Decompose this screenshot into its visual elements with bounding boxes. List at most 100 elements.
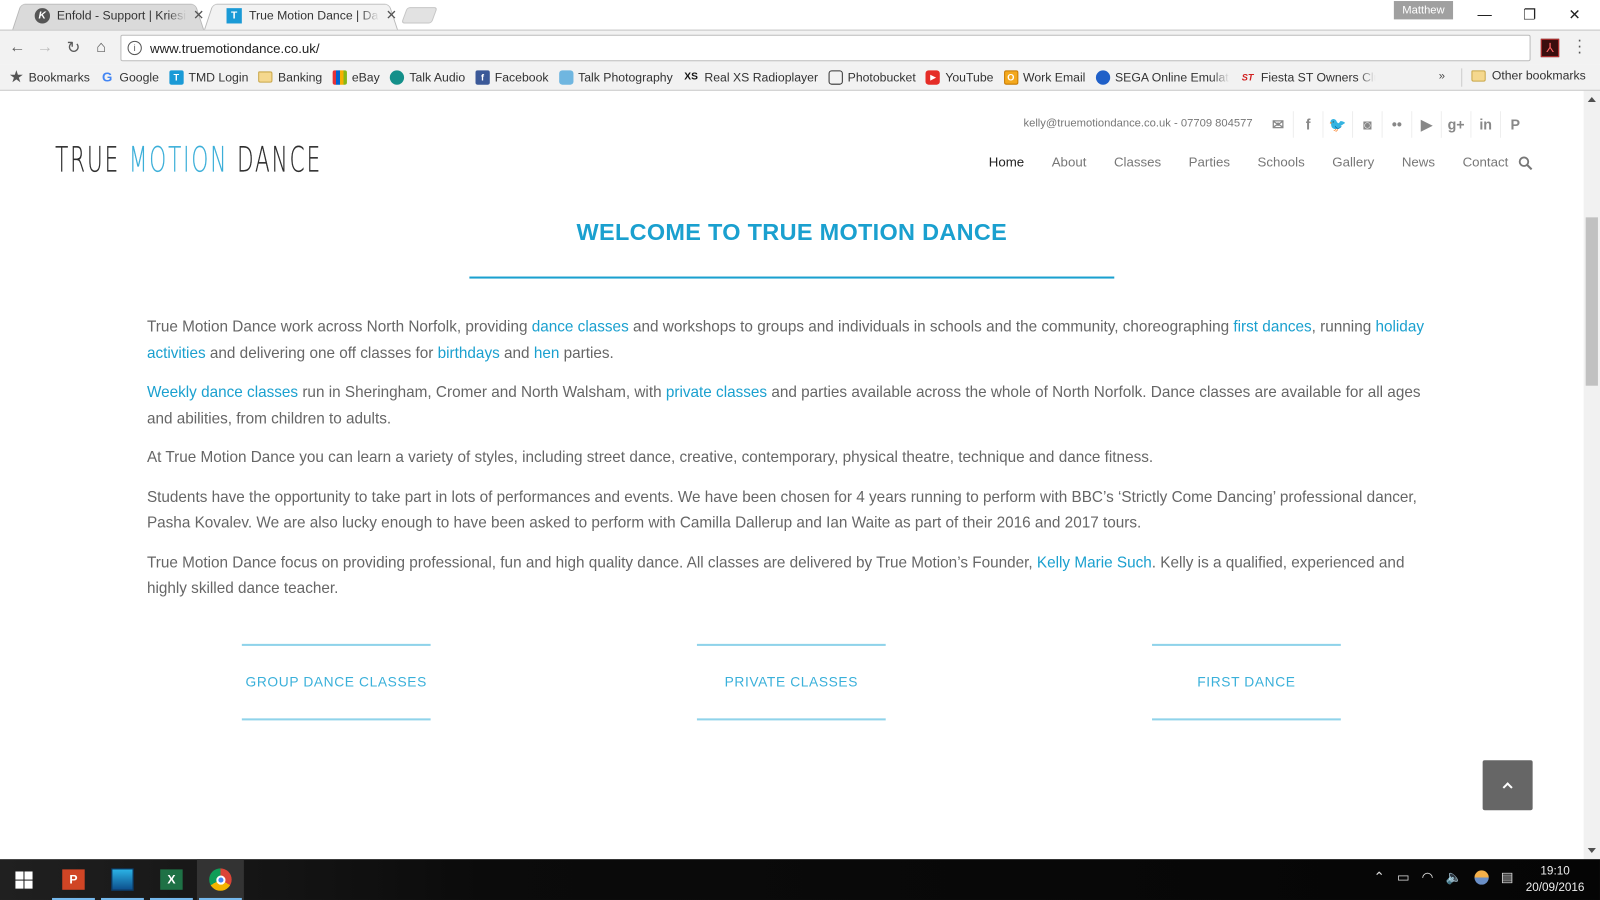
paragraph-text: Students have the opportunity to take pa… bbox=[146, 488, 1417, 532]
restore-button[interactable]: ❐ bbox=[1506, 0, 1553, 29]
link-birthdays[interactable]: birthdays bbox=[438, 344, 500, 361]
photobucket-icon bbox=[828, 69, 843, 85]
kriesi-logo-icon: K bbox=[34, 7, 50, 23]
bookmark-talk-photography[interactable]: Talk Photography bbox=[558, 69, 673, 85]
search-icon[interactable] bbox=[1518, 156, 1533, 171]
bookmark-facebook[interactable]: f Facebook bbox=[475, 69, 549, 85]
logo-word-dance: DANCE bbox=[236, 139, 323, 181]
bookmark-google[interactable]: G Google bbox=[100, 69, 159, 84]
reload-button[interactable]: ↻ bbox=[62, 37, 84, 59]
facebook-icon: f bbox=[475, 69, 490, 85]
nav-item-contact[interactable]: Contact bbox=[1463, 154, 1509, 169]
link-dance-classes[interactable]: dance classes bbox=[532, 318, 629, 335]
nav-item-news[interactable]: News bbox=[1402, 154, 1435, 169]
nav-item-gallery[interactable]: Gallery bbox=[1332, 154, 1374, 169]
nav-item-parties[interactable]: Parties bbox=[1189, 154, 1230, 169]
other-bookmarks-button[interactable]: Other bookmarks bbox=[1471, 68, 1586, 83]
nav-item-home[interactable]: Home bbox=[989, 154, 1024, 169]
link-first-dances[interactable]: first dances bbox=[1233, 318, 1311, 335]
flickr-icon[interactable]: •• bbox=[1381, 111, 1412, 138]
bookmark-sega-online-emulator[interactable]: SEGA Online Emulator bbox=[1095, 69, 1229, 85]
adobe-acrobat-extension-icon[interactable]: ⅄ bbox=[1540, 38, 1560, 58]
profile-button[interactable]: Matthew bbox=[1393, 1, 1454, 20]
sonic-icon bbox=[1095, 69, 1110, 85]
wifi-icon[interactable]: ◠ bbox=[1422, 869, 1434, 885]
webpage: TRUE MOTION DANCE kelly@truemotiondance.… bbox=[0, 90, 1584, 860]
taskbar-excel[interactable]: X bbox=[148, 859, 195, 900]
page-heading: WELCOME TO TRUE MOTION DANCE bbox=[576, 218, 1008, 245]
cta-group-dance-classes[interactable]: GROUP DANCE CLASSES bbox=[241, 643, 431, 721]
browser-toolbar: ← → ↻ ⌂ i www.truemotiondance.co.uk/ ⅄ ·… bbox=[0, 29, 1600, 65]
forward-button[interactable]: → bbox=[34, 37, 56, 59]
bookmark-youtube[interactable]: ▶ YouTube bbox=[925, 69, 993, 85]
nav-item-schools[interactable]: Schools bbox=[1258, 154, 1305, 169]
link-private-classes[interactable]: private classes bbox=[666, 384, 767, 401]
taskbar-powerpoint[interactable]: P bbox=[50, 859, 97, 900]
bookmark-real-xs-radioplayer[interactable]: XS Real XS Radioplayer bbox=[683, 70, 818, 84]
bookmark-bookmarks[interactable]: ★ Bookmarks bbox=[9, 68, 90, 84]
twitter-icon[interactable]: 🐦 bbox=[1322, 111, 1352, 138]
paragraph-text: True Motion Dance work across North Norf… bbox=[146, 318, 532, 336]
close-tab-icon[interactable]: ✕ bbox=[386, 7, 397, 23]
info-icon[interactable]: i bbox=[127, 40, 142, 56]
bookmark-work-email[interactable]: O Work Email bbox=[1003, 69, 1085, 85]
show-hidden-icons-button[interactable]: ⌃ bbox=[1373, 869, 1384, 885]
tab-true-motion-dance[interactable]: T True Motion Dance | Dance ✕ bbox=[204, 1, 398, 30]
pinterest-icon[interactable]: P bbox=[1499, 111, 1530, 138]
home-button[interactable]: ⌂ bbox=[90, 37, 112, 59]
taskbar-movie-maker[interactable] bbox=[99, 859, 146, 900]
bookmark-banking[interactable]: Banking bbox=[258, 70, 322, 84]
paragraph-text: , running bbox=[1311, 318, 1376, 336]
cta-private-classes[interactable]: PRIVATE CLASSES bbox=[696, 643, 886, 721]
link-hen[interactable]: hen bbox=[534, 344, 560, 361]
volume-icon[interactable]: 🔈 bbox=[1445, 869, 1462, 885]
paragraph-text: run in Sheringham, Cromer and North Wals… bbox=[298, 383, 666, 402]
bookmark-ebay[interactable]: eBay bbox=[332, 69, 380, 85]
bookmarks-separator bbox=[1461, 68, 1463, 87]
bookmark-tmd-login[interactable]: T TMD Login bbox=[169, 69, 248, 85]
site-logo[interactable]: TRUE MOTION DANCE bbox=[55, 140, 322, 181]
intro-paragraph: Students have the opportunity to take pa… bbox=[147, 484, 1437, 536]
facebook-icon[interactable]: f bbox=[1292, 111, 1323, 138]
nav-item-classes[interactable]: Classes bbox=[1114, 154, 1161, 169]
instagram-icon[interactable]: ◙ bbox=[1352, 111, 1382, 138]
bookmark-photobucket[interactable]: Photobucket bbox=[828, 69, 916, 85]
taskbar-clock[interactable]: 19:10 20/09/2016 bbox=[1522, 863, 1587, 896]
google-plus-icon[interactable]: g+ bbox=[1440, 111, 1471, 138]
page-scrollbar[interactable] bbox=[1583, 90, 1600, 860]
battery-icon[interactable]: ▭ bbox=[1397, 869, 1410, 885]
windows-logo-icon bbox=[14, 870, 33, 889]
action-center-icon[interactable]: ▤ bbox=[1501, 869, 1514, 885]
taskbar-chrome[interactable] bbox=[196, 859, 244, 900]
scrollbar-thumb[interactable] bbox=[1585, 217, 1598, 386]
chrome-menu-button[interactable]: · · · bbox=[1575, 32, 1583, 61]
youtube-icon[interactable]: ▶ bbox=[1411, 111, 1441, 138]
address-bar[interactable]: i www.truemotiondance.co.uk/ bbox=[120, 34, 1531, 62]
bookmarks-overflow-button[interactable]: » bbox=[1439, 70, 1445, 82]
close-window-button[interactable]: ✕ bbox=[1551, 0, 1598, 29]
close-tab-icon[interactable]: ✕ bbox=[193, 7, 204, 23]
linkedin-icon[interactable]: in bbox=[1470, 111, 1500, 138]
tab-enfold-support[interactable]: K Enfold - Support | Kriesi.at ✕ bbox=[12, 1, 205, 30]
nav-item-about[interactable]: About bbox=[1052, 154, 1087, 169]
new-tab-button[interactable] bbox=[401, 7, 438, 24]
weather-app-icon[interactable] bbox=[1474, 870, 1489, 885]
url-text: www.truemotiondance.co.uk/ bbox=[149, 40, 320, 56]
back-button[interactable]: ← bbox=[6, 37, 28, 59]
cta-first-dance[interactable]: FIRST DANCE bbox=[1152, 643, 1341, 721]
cta-label: FIRST DANCE bbox=[1197, 674, 1296, 690]
link-weekly-dance-classes[interactable]: Weekly dance classes bbox=[147, 384, 298, 401]
bookmark-fiesta-st-owners-club[interactable]: ST Fiesta ST Owners Club bbox=[1239, 70, 1375, 84]
paragraph-text: True Motion Dance focus on providing pro… bbox=[146, 553, 1037, 571]
start-button[interactable] bbox=[0, 859, 47, 900]
logo-word-motion: MOTION bbox=[128, 139, 229, 181]
scroll-down-arrow-icon[interactable] bbox=[1587, 847, 1596, 854]
bookmark-talk-audio[interactable]: Talk Audio bbox=[389, 69, 465, 85]
link-kelly-marie-such[interactable]: Kelly Marie Such bbox=[1037, 554, 1152, 571]
powerpoint-icon: P bbox=[62, 869, 85, 890]
scroll-to-top-button[interactable] bbox=[1482, 760, 1533, 811]
mail-icon[interactable]: ✉ bbox=[1263, 111, 1293, 138]
minimize-button[interactable]: — bbox=[1461, 0, 1508, 29]
logo-word-true: TRUE bbox=[55, 139, 121, 181]
scroll-up-arrow-icon[interactable] bbox=[1587, 96, 1596, 103]
